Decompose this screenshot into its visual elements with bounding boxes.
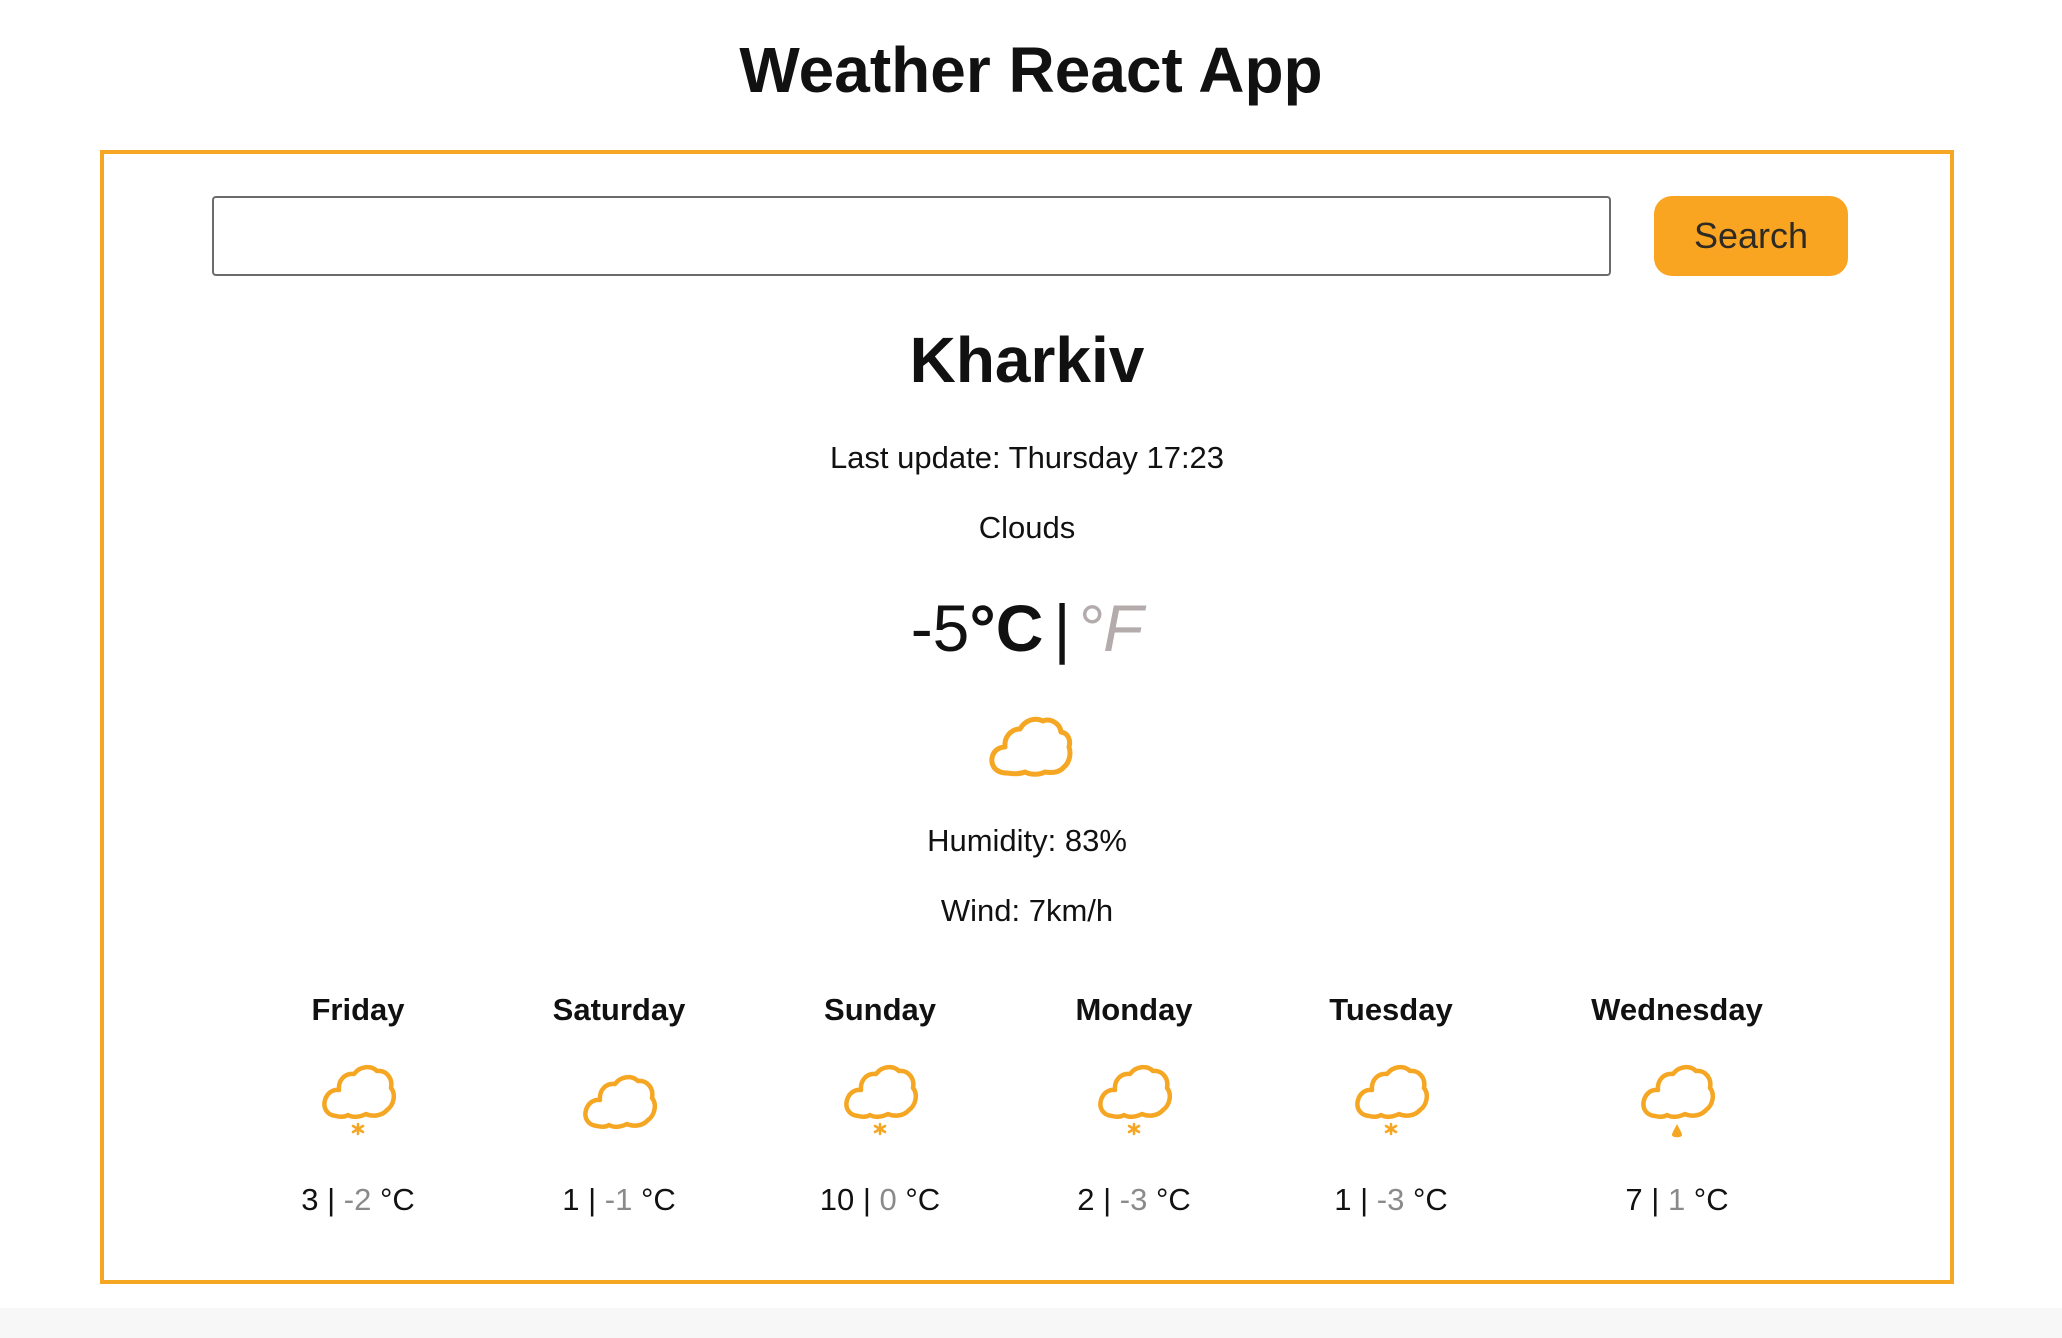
forecast-min: 1 [1667,1182,1686,1217]
cloud-snow-icon [844,1064,918,1136]
forecast-min: -1 [604,1182,633,1217]
forecast-unit: °C [632,1182,676,1217]
cloud-snow-icon [1355,1064,1429,1136]
current-temperature: -5°C |°F [104,588,1950,668]
forecast-separator: | [854,1182,880,1217]
forecast-day-name: Monday [1075,992,1193,1027]
page-title: Weather React App [739,34,1323,106]
forecast-day-name: Tuesday [1329,992,1453,1027]
cloud-icon [583,1074,657,1130]
cloud-snow-icon [1098,1064,1172,1136]
cloud-icon [989,716,1073,777]
forecast-unit: °C [1147,1182,1191,1217]
forecast-separator: | [318,1182,344,1217]
forecast-separator: | [1351,1182,1377,1217]
forecast-max: 1 [1334,1182,1352,1217]
forecast-day-name: Friday [311,992,405,1027]
forecast-separator: | [1094,1182,1120,1217]
forecast-temperatures: 3 | -2 °C [248,1180,468,1220]
search-button[interactable]: Search [1654,196,1848,276]
forecast-min: -3 [1376,1182,1405,1217]
forecast-temperatures: 2 | -3 °C [1024,1180,1244,1220]
forecast-day: Saturday 1 | -1 °C [509,990,729,1220]
forecast-min: 0 [879,1182,897,1217]
last-update: Last update: Thursday 17:23 [829,440,1225,475]
forecast-row: Friday 3 | -2 °C Saturday 1 | -1 °C Sund… [104,990,1950,1270]
forecast-day: Wednesday 7 | 1 °C [1567,990,1787,1220]
forecast-unit: °C [1685,1182,1729,1217]
forecast-max: 7 [1625,1182,1643,1217]
forecast-unit: °C [896,1182,941,1217]
forecast-day: Monday 2 | -3 °C [1024,990,1244,1220]
forecast-day: Tuesday 1 | -3 °C [1281,990,1501,1220]
temperature-value: -5 [910,591,970,665]
forecast-max: 3 [301,1182,319,1217]
city-name: Kharkiv [909,324,1145,396]
forecast-day: Friday 3 | -2 °C [248,990,468,1220]
forecast-temperatures: 10 | 0 °C [770,1180,990,1220]
wind-speed: Wind: 7km/h [940,893,1114,928]
weather-description: Clouds [978,510,1076,545]
fahrenheit-link[interactable]: °F [1077,591,1144,665]
forecast-min: -3 [1119,1182,1148,1217]
cloud-rain-icon [1641,1064,1715,1138]
cloud-snow-icon [322,1064,396,1136]
search-input[interactable] [212,196,1611,276]
forecast-separator: | [1642,1182,1668,1217]
forecast-day-name: Wednesday [1591,992,1763,1027]
forecast-max: 10 [819,1182,855,1217]
forecast-day-name: Saturday [552,992,686,1027]
forecast-max: 1 [562,1182,580,1217]
weather-card: Search Kharkiv Last update: Thursday 17:… [100,150,1954,1284]
forecast-day-name: Sunday [824,992,936,1027]
humidity: Humidity: 83% [927,823,1127,858]
forecast-max: 2 [1077,1182,1095,1217]
forecast-temperatures: 1 | -1 °C [509,1180,729,1220]
forecast-temperatures: 1 | -3 °C [1281,1180,1501,1220]
celsius-unit[interactable]: °C [969,591,1043,665]
forecast-min: -2 [343,1182,372,1217]
forecast-separator: | [579,1182,605,1217]
page-footer-strip [0,1308,2062,1338]
forecast-temperatures: 7 | 1 °C [1567,1180,1787,1220]
forecast-unit: °C [1404,1182,1448,1217]
unit-separator: | [1053,591,1071,665]
forecast-day: Sunday 10 | 0 °C [770,990,990,1220]
forecast-unit: °C [371,1182,415,1217]
